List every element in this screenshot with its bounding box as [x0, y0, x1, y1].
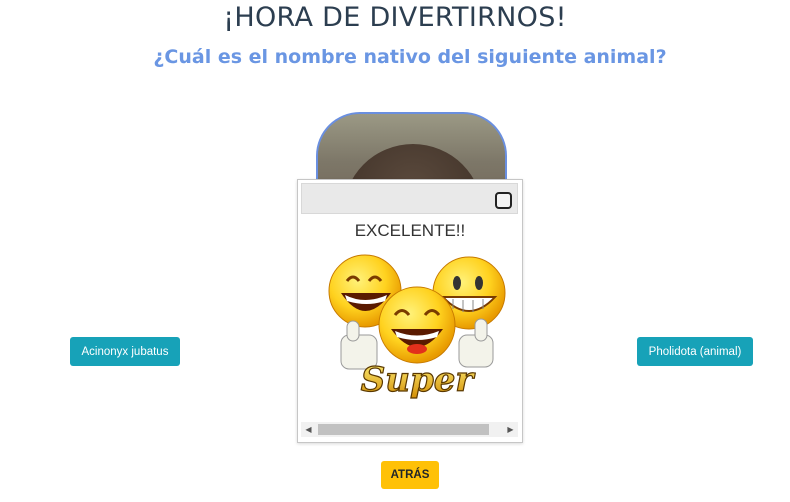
horizontal-scrollbar[interactable]: ◀ ▶	[301, 422, 518, 437]
scroll-right-icon[interactable]: ▶	[503, 422, 518, 437]
super-smileys-image: Super	[328, 254, 506, 401]
scrollbar-thumb[interactable]	[318, 424, 489, 435]
close-icon[interactable]	[495, 192, 512, 209]
dialog-message: EXCELENTE!!	[354, 221, 466, 240]
question-text: ¿Cuál es el nombre nativo del siguiente …	[153, 46, 667, 68]
super-text: Super	[361, 360, 476, 400]
dialog-titlebar	[301, 183, 518, 214]
answer-button-left[interactable]: Acinonyx jubatus	[70, 337, 180, 366]
result-dialog: EXCELENTE!! Super ◀ ▶	[297, 179, 523, 443]
answer-button-right[interactable]: Pholidota (animal)	[637, 337, 753, 366]
scroll-left-icon[interactable]: ◀	[301, 422, 316, 437]
smiley-center	[378, 286, 456, 364]
back-button[interactable]: ATRÁS	[381, 461, 439, 489]
page-title: ¡HORA DE DIVERTIRNOS!	[223, 2, 567, 33]
